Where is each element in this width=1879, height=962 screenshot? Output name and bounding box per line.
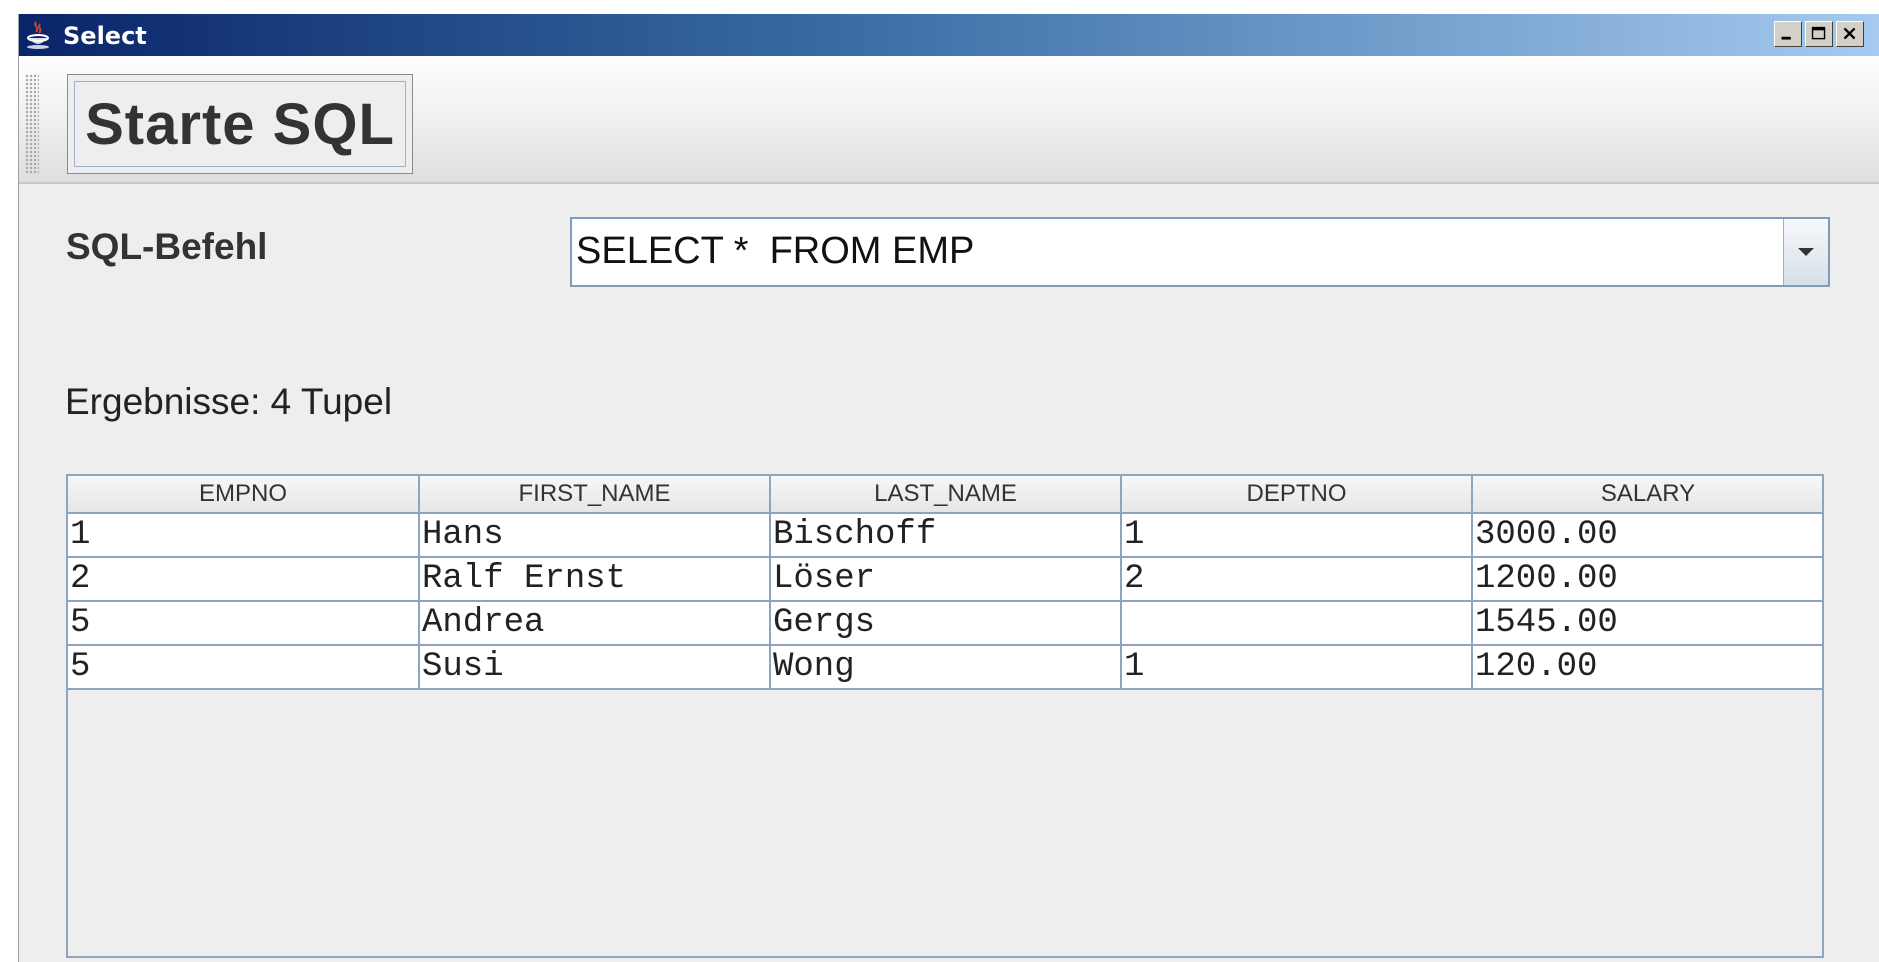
results-count-label: Ergebnisse: 4 Tupel	[65, 381, 393, 422]
table-cell[interactable]: Ralf Ernst	[418, 556, 771, 602]
chevron-down-icon	[1798, 248, 1814, 256]
table-header-row: EMPNO FIRST_NAME LAST_NAME DEPTNO SALARY	[68, 476, 1822, 514]
table-cell[interactable]: Gergs	[769, 600, 1122, 646]
table-cell[interactable]: 5	[68, 644, 420, 690]
table-cell[interactable]: 1	[68, 512, 420, 558]
table-cell[interactable]: Andrea	[418, 600, 771, 646]
minimize-button[interactable]	[1774, 21, 1802, 47]
table-row[interactable]: 5 Susi Wong 1 120.00	[68, 644, 1822, 690]
table-row[interactable]: 1 Hans Bischoff 1 3000.00	[68, 512, 1822, 558]
java-coffee-cup-icon	[27, 21, 49, 49]
column-header-salary[interactable]: SALARY	[1471, 476, 1822, 514]
toolbar: Starte SQL	[19, 56, 1879, 184]
column-header-empno[interactable]: EMPNO	[68, 476, 420, 514]
app-window: Select Starte SQL SQL-Befehl SELECT * FR…	[18, 14, 1879, 962]
results-table[interactable]: EMPNO FIRST_NAME LAST_NAME DEPTNO SALARY…	[66, 474, 1824, 958]
window-title: Select	[63, 22, 147, 50]
table-cell[interactable]: Susi	[418, 644, 771, 690]
toolbar-drag-handle[interactable]	[25, 74, 39, 174]
table-row[interactable]: 2 Ralf Ernst Löser 2 1200.00	[68, 556, 1822, 602]
minimize-icon	[1781, 36, 1791, 40]
close-button[interactable]	[1836, 21, 1864, 47]
sql-command-label: SQL-Befehl	[66, 226, 268, 267]
table-row[interactable]: 5 Andrea Gergs 1545.00	[68, 600, 1822, 646]
table-cell[interactable]	[1120, 600, 1473, 646]
table-cell[interactable]: 1	[1120, 512, 1473, 558]
sql-command-combobox[interactable]: SELECT * FROM EMP	[570, 217, 1830, 287]
start-sql-button-label: Starte SQL	[74, 81, 406, 167]
table-cell[interactable]: 1	[1120, 644, 1473, 690]
table-cell[interactable]: 120.00	[1471, 644, 1822, 690]
column-header-first-name[interactable]: FIRST_NAME	[418, 476, 771, 514]
table-cell[interactable]: Wong	[769, 644, 1122, 690]
table-cell[interactable]: 5	[68, 600, 420, 646]
table-cell[interactable]: 2	[1120, 556, 1473, 602]
combobox-dropdown-button[interactable]	[1783, 219, 1828, 285]
close-icon	[1843, 27, 1856, 40]
table-cell[interactable]: 1545.00	[1471, 600, 1822, 646]
maximize-icon	[1811, 26, 1826, 40]
table-cell[interactable]: Bischoff	[769, 512, 1122, 558]
maximize-button[interactable]	[1805, 21, 1833, 47]
table-cell[interactable]: Löser	[769, 556, 1122, 602]
sql-command-value[interactable]: SELECT * FROM EMP	[576, 230, 974, 273]
window-controls	[1774, 21, 1864, 47]
table-cell[interactable]: 3000.00	[1471, 512, 1822, 558]
column-header-last-name[interactable]: LAST_NAME	[769, 476, 1122, 514]
column-header-deptno[interactable]: DEPTNO	[1120, 476, 1473, 514]
table-cell[interactable]: Hans	[418, 512, 771, 558]
table-cell[interactable]: 1200.00	[1471, 556, 1822, 602]
table-cell[interactable]: 2	[68, 556, 420, 602]
start-sql-button[interactable]: Starte SQL	[67, 74, 413, 174]
title-bar[interactable]: Select	[19, 14, 1879, 56]
